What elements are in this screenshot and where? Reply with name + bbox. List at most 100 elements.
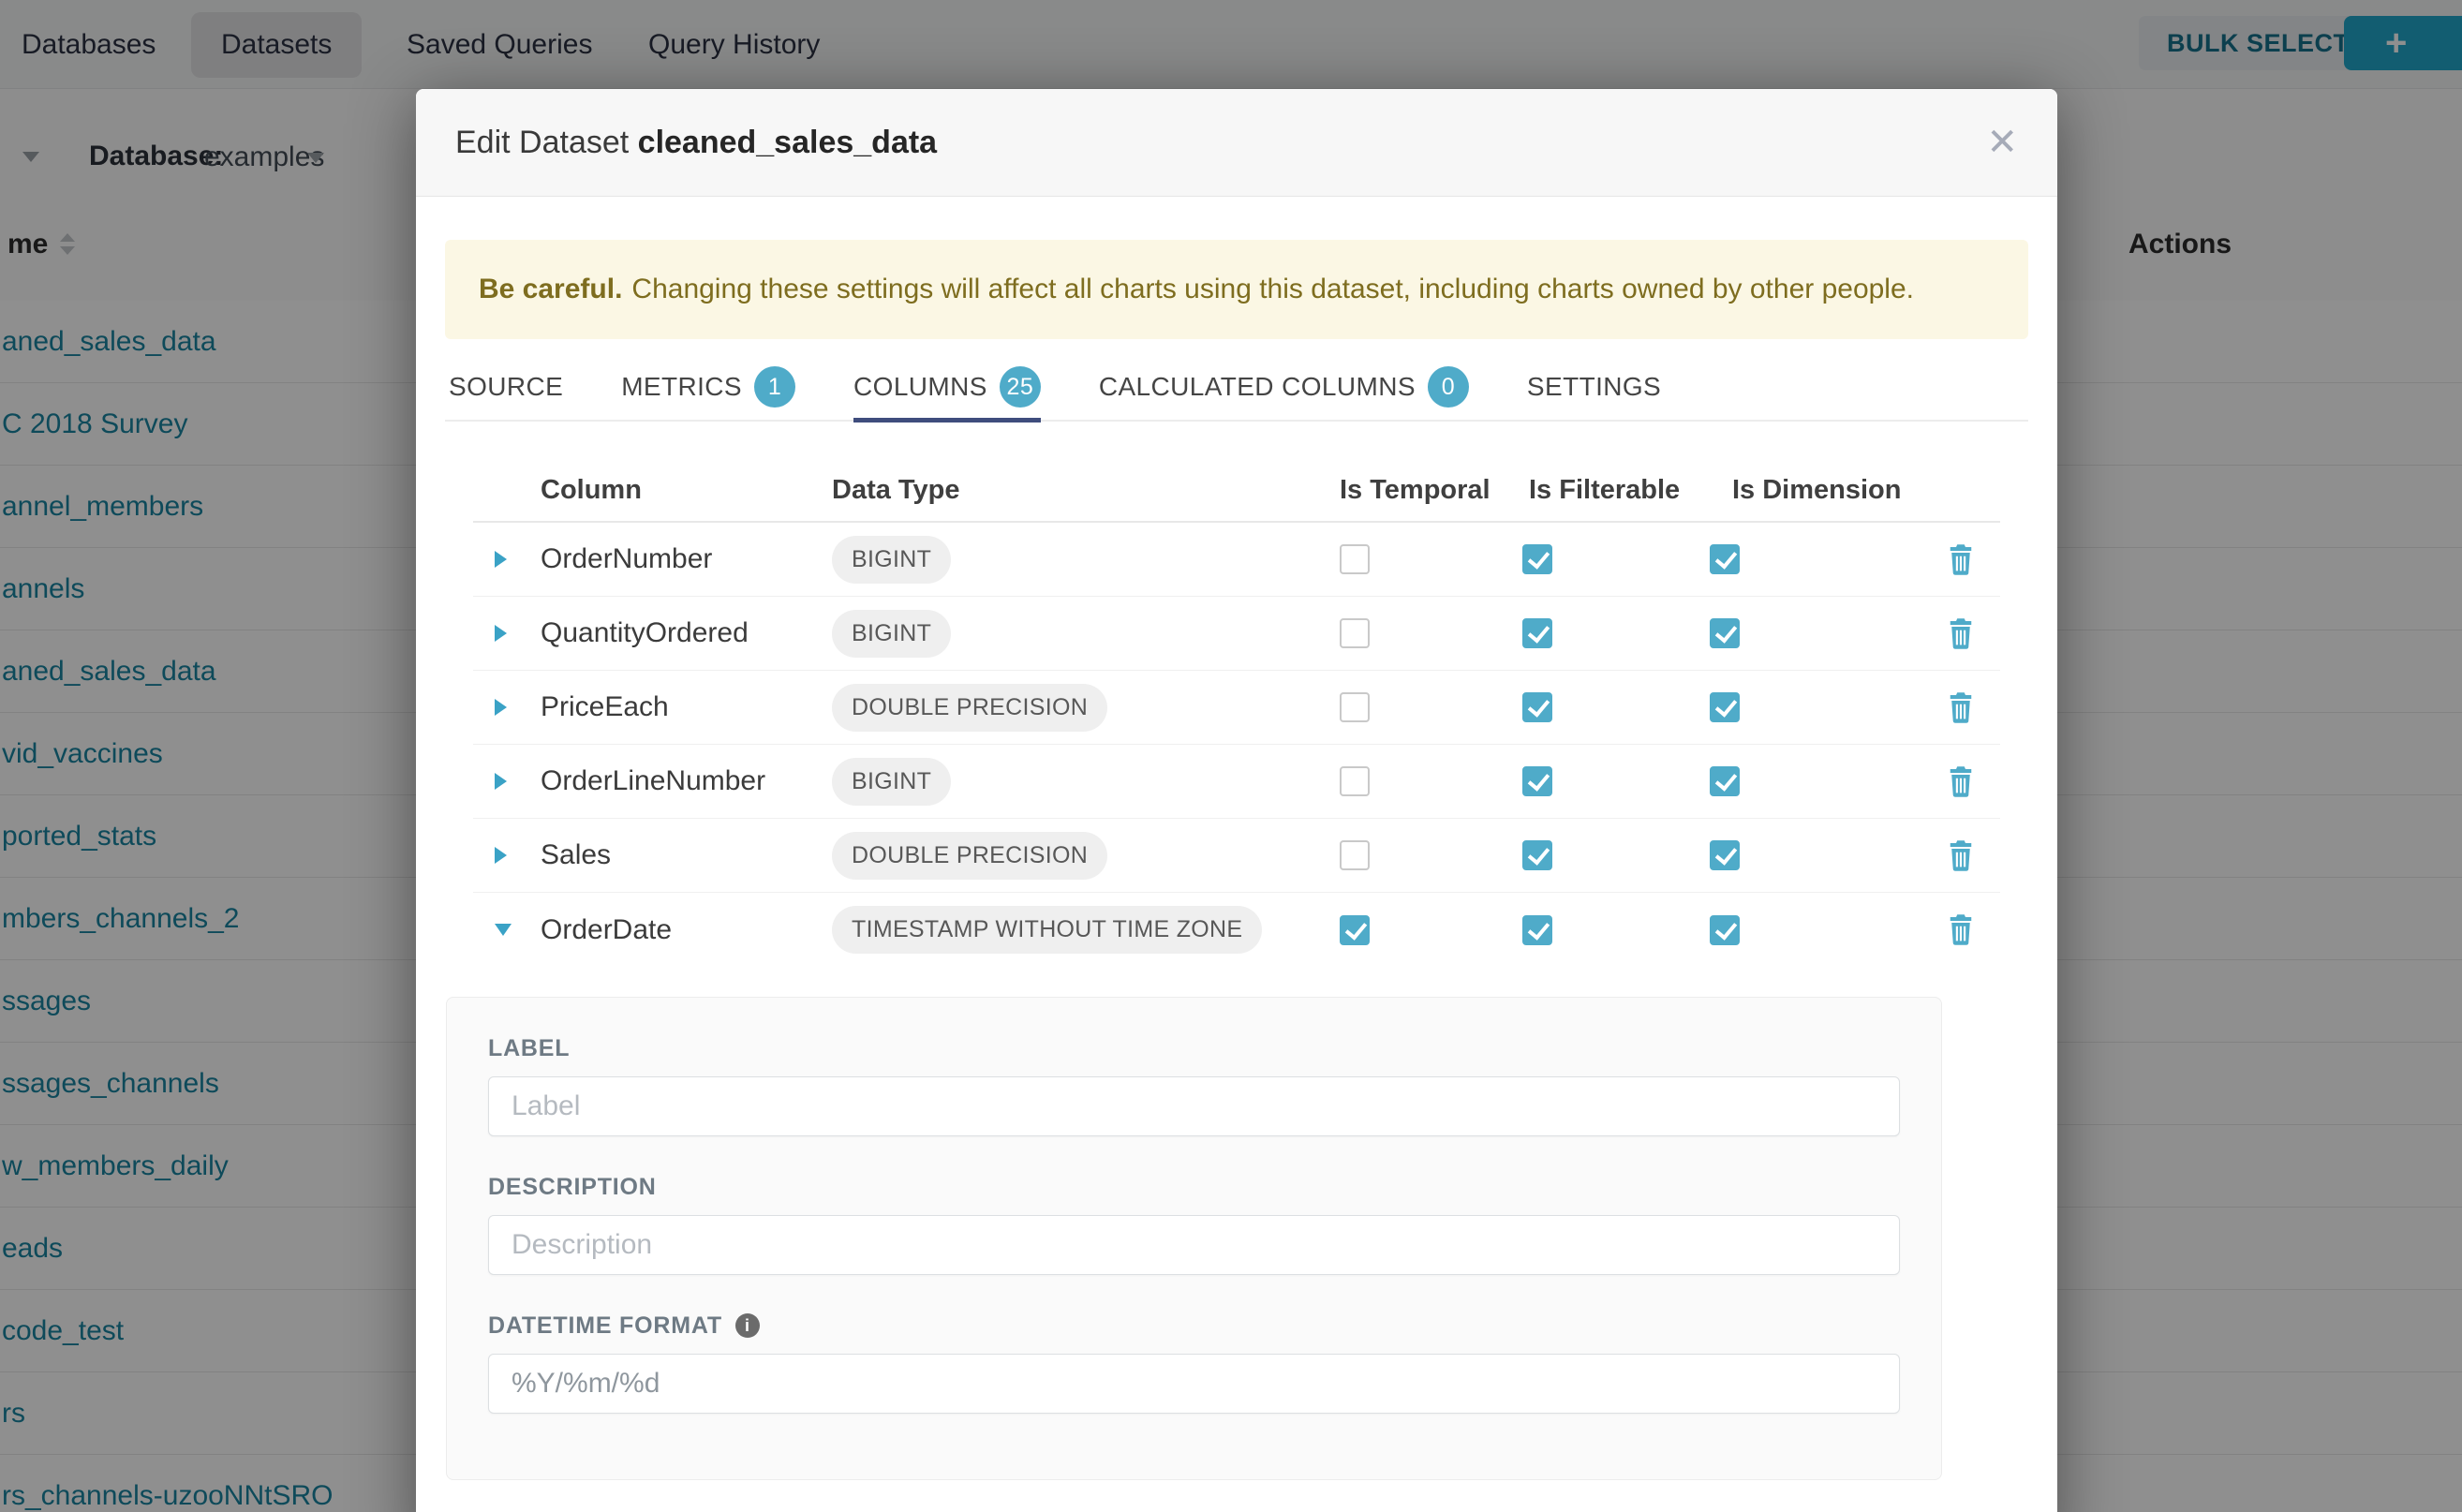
delete-column-button[interactable] — [1947, 692, 1975, 723]
is-dimension-checkbox[interactable] — [1710, 840, 1740, 870]
is-dimension-checkbox[interactable] — [1710, 618, 1740, 648]
datetime-format-label-text: DATETIME FORMAT — [488, 1312, 722, 1340]
edit-dataset-modal: Edit Dataset cleaned_sales_data ✕ Be car… — [416, 89, 2057, 1512]
columns-table-rows: OrderNumberBIGINTQuantityOrderedBIGINTPr… — [473, 523, 2000, 967]
modal-body: Be careful. Changing these settings will… — [416, 240, 2057, 1480]
is-filterable-checkbox[interactable] — [1522, 618, 1552, 648]
is-temporal-checkbox[interactable] — [1340, 544, 1370, 574]
expand-caret-icon[interactable] — [495, 773, 507, 790]
delete-column-button[interactable] — [1947, 544, 1975, 575]
modal-title-dataset-name: cleaned_sales_data — [638, 125, 937, 160]
column-row: OrderNumberBIGINT — [473, 523, 2000, 597]
trash-icon — [1947, 544, 1975, 575]
description-field-label: DESCRIPTION — [488, 1174, 1900, 1200]
is-filterable-checkbox[interactable] — [1522, 692, 1552, 722]
data-type-cell: BIGINT — [829, 536, 1340, 584]
expand-caret-icon[interactable] — [495, 699, 507, 716]
is-filterable-checkbox[interactable] — [1522, 840, 1552, 870]
column-row: SalesDOUBLE PRECISION — [473, 819, 2000, 893]
header-is-temporal: Is Temporal — [1340, 475, 1522, 506]
is-filterable-checkbox[interactable] — [1522, 544, 1552, 574]
collapse-caret-icon[interactable] — [495, 924, 512, 936]
trash-icon — [1947, 692, 1975, 723]
delete-column-button[interactable] — [1947, 618, 1975, 649]
column-name: OrderNumber — [529, 543, 829, 575]
is-dimension-checkbox[interactable] — [1710, 692, 1740, 722]
warning-banner-text: Changing these settings will affect all … — [631, 274, 1914, 305]
data-type-pill: BIGINT — [832, 536, 951, 584]
expand-caret-icon[interactable] — [495, 847, 507, 864]
modal-title-prefix: Edit Dataset — [455, 125, 638, 160]
label-input[interactable] — [488, 1076, 1900, 1136]
label-field-label: LABEL — [488, 1035, 1900, 1061]
tab-columns[interactable]: COLUMNS25 — [853, 353, 1041, 421]
data-type-cell: BIGINT — [829, 758, 1340, 806]
tab-count-badge: 1 — [754, 366, 795, 408]
is-filterable-checkbox-cell — [1522, 618, 1710, 648]
is-dimension-checkbox-cell — [1710, 692, 1925, 722]
is-dimension-checkbox-cell — [1710, 544, 1925, 574]
is-temporal-checkbox[interactable] — [1340, 766, 1370, 796]
is-temporal-checkbox-cell — [1340, 915, 1522, 945]
is-filterable-checkbox-cell — [1522, 915, 1710, 945]
column-name: PriceEach — [529, 691, 829, 723]
is-dimension-checkbox[interactable] — [1710, 766, 1740, 796]
is-temporal-checkbox-cell — [1340, 840, 1522, 870]
info-icon[interactable]: i — [735, 1313, 760, 1338]
modal-tab-bar: SOURCE METRICS 1 COLUMNS25 CALCULATED COLUMN… — [445, 354, 2028, 422]
trash-icon — [1947, 618, 1975, 649]
warning-banner: Be careful. Changing these settings will… — [445, 240, 2028, 339]
is-temporal-checkbox[interactable] — [1340, 915, 1370, 945]
tab-label: METRICS — [621, 372, 742, 402]
column-row: OrderDateTIMESTAMP WITHOUT TIME ZONE — [473, 893, 2000, 967]
column-name: OrderLineNumber — [529, 765, 829, 797]
header-is-dimension: Is Dimension — [1710, 475, 1925, 506]
delete-column-button[interactable] — [1947, 766, 1975, 797]
is-dimension-checkbox-cell — [1710, 618, 1925, 648]
tab-calculated-columns[interactable]: CALCULATED COLUMNS0 — [1099, 353, 1469, 421]
tab-label: CALCULATED COLUMNS — [1099, 372, 1416, 402]
is-temporal-checkbox[interactable] — [1340, 618, 1370, 648]
column-name: Sales — [529, 839, 829, 871]
data-type-cell: DOUBLE PRECISION — [829, 684, 1340, 732]
data-type-pill: BIGINT — [832, 758, 951, 806]
is-temporal-checkbox-cell — [1340, 692, 1522, 722]
column-row: OrderLineNumberBIGINT — [473, 745, 2000, 819]
tab-settings[interactable]: SETTINGS — [1527, 353, 1661, 421]
is-dimension-checkbox[interactable] — [1710, 915, 1740, 945]
column-name: QuantityOrdered — [529, 617, 829, 649]
tab-metrics[interactable]: METRICS 1 — [621, 353, 795, 421]
description-input[interactable] — [488, 1215, 1900, 1275]
tab-label: SOURCE — [449, 372, 563, 402]
modal-title: Edit Dataset cleaned_sales_data — [455, 125, 937, 161]
data-type-cell: TIMESTAMP WITHOUT TIME ZONE — [829, 906, 1340, 954]
is-temporal-checkbox[interactable] — [1340, 692, 1370, 722]
close-icon[interactable]: ✕ — [1986, 124, 2018, 161]
is-temporal-checkbox[interactable] — [1340, 840, 1370, 870]
screen: DatabasesDatasetsSaved QueriesQuery Hist… — [0, 0, 2462, 1512]
warning-banner-bold: Be careful. — [479, 274, 622, 305]
expand-caret-icon[interactable] — [495, 625, 507, 642]
is-filterable-checkbox[interactable] — [1522, 915, 1552, 945]
delete-column-button[interactable] — [1947, 840, 1975, 871]
is-dimension-checkbox-cell — [1710, 915, 1925, 945]
columns-table-header: Column Data Type Is Temporal Is Filterab… — [473, 422, 2000, 523]
is-dimension-checkbox[interactable] — [1710, 544, 1740, 574]
header-data-type: Data Type — [829, 475, 1340, 506]
header-column: Column — [529, 475, 829, 506]
is-temporal-checkbox-cell — [1340, 618, 1522, 648]
header-is-filterable: Is Filterable — [1522, 475, 1710, 506]
datetime-format-input[interactable] — [488, 1354, 1900, 1414]
is-dimension-checkbox-cell — [1710, 840, 1925, 870]
trash-icon — [1947, 840, 1975, 871]
delete-column-button[interactable] — [1947, 914, 1975, 945]
is-filterable-checkbox-cell — [1522, 840, 1710, 870]
expand-caret-icon[interactable] — [495, 551, 507, 568]
data-type-pill: DOUBLE PRECISION — [832, 832, 1107, 880]
tab-label: SETTINGS — [1527, 372, 1661, 402]
tab-count-badge: 25 — [1000, 366, 1041, 408]
modal-header: Edit Dataset cleaned_sales_data ✕ — [416, 89, 2057, 197]
tab-source[interactable]: SOURCE — [449, 353, 563, 421]
data-type-cell: BIGINT — [829, 610, 1340, 658]
is-filterable-checkbox[interactable] — [1522, 766, 1552, 796]
